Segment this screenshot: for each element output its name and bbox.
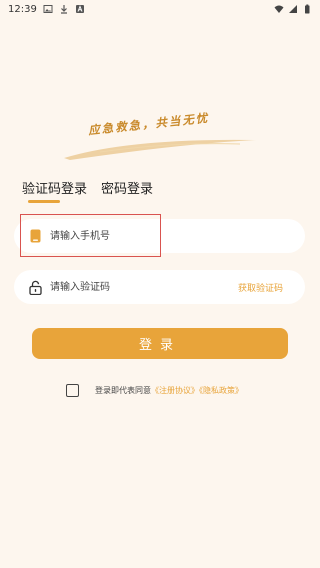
agreement-prefix: 登录即代表同意 bbox=[95, 386, 151, 395]
slogan-banner: 应急救急，共当无忧 bbox=[60, 110, 260, 165]
tab-password-login[interactable]: 密码登录 bbox=[101, 178, 153, 203]
phone-field bbox=[14, 219, 305, 253]
get-code-button[interactable]: 获取验证码 bbox=[238, 281, 283, 294]
image-icon bbox=[43, 5, 53, 13]
download-icon bbox=[60, 5, 67, 14]
status-time: 12:39 bbox=[8, 3, 37, 15]
status-bar: 12:39 bbox=[0, 0, 320, 18]
privacy-link[interactable]: 《隐私政策》 bbox=[199, 386, 243, 395]
lock-icon bbox=[26, 278, 44, 296]
battery-icon bbox=[305, 4, 310, 14]
tab-label: 密码登录 bbox=[101, 182, 154, 197]
wifi-icon bbox=[274, 5, 284, 13]
agreement-text: 登录即代表同意《注册协议》《隐私政策》 bbox=[95, 385, 243, 396]
verification-code-input[interactable] bbox=[50, 270, 238, 304]
verification-code-field: 获取验证码 bbox=[14, 270, 305, 304]
tab-sms-login[interactable]: 验证码登录 bbox=[22, 178, 87, 203]
phone-icon bbox=[26, 227, 44, 245]
terms-link[interactable]: 《注册协议》 bbox=[151, 386, 199, 395]
login-button[interactable]: 登录 bbox=[32, 328, 288, 359]
login-tabs: 验证码登录 密码登录 bbox=[22, 178, 153, 203]
signal-icon bbox=[289, 5, 297, 13]
tab-label: 验证码登录 bbox=[22, 182, 88, 197]
app-notification-icon bbox=[75, 5, 84, 13]
agreement-checkbox[interactable] bbox=[66, 384, 79, 397]
agreement-row: 登录即代表同意《注册协议》《隐私政策》 bbox=[66, 384, 243, 397]
phone-input[interactable] bbox=[50, 219, 305, 253]
